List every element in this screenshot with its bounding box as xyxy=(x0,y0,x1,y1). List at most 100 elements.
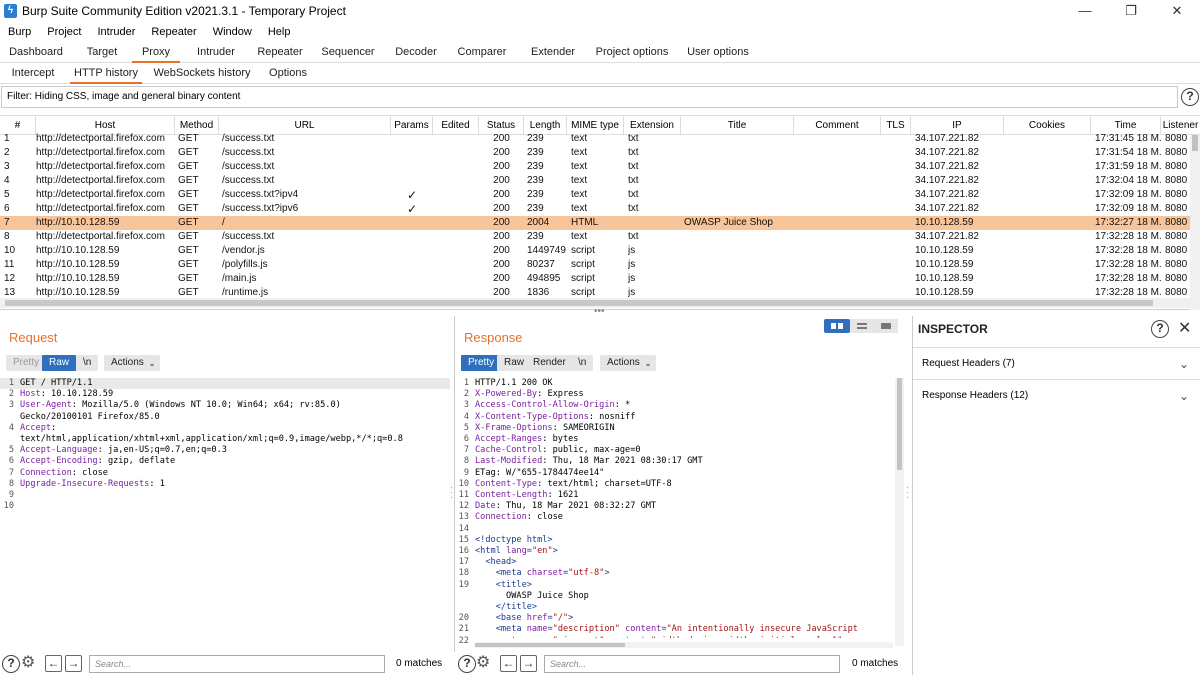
tab-repeater[interactable]: Repeater xyxy=(252,42,308,63)
inspector-section-response-headers[interactable]: Response Headers (12) ⌄ xyxy=(913,379,1200,411)
layout-stacked-icon[interactable] xyxy=(850,319,874,333)
cell-status: 200 xyxy=(493,175,510,186)
response-pretty-button[interactable]: Pretty xyxy=(461,355,502,371)
table-row[interactable]: 4 http://detectportal.firefox.com GET/succ… xyxy=(0,174,1190,188)
layout-single-icon[interactable] xyxy=(874,319,898,333)
table-row[interactable]: 12 http://10.10.128.59 GET/main.js 200 49489… xyxy=(0,272,1190,286)
menu-item-repeater[interactable]: Repeater xyxy=(143,22,204,42)
tab-user-options[interactable]: User options xyxy=(684,42,752,63)
request-back-arrow-icon[interactable]: ← xyxy=(45,655,62,672)
subtab-http-history[interactable]: HTTP history xyxy=(70,63,142,84)
table-row[interactable]: 1 http://detectportal.firefox.com GET/succ… xyxy=(0,132,1190,146)
request-forward-arrow-icon[interactable]: → xyxy=(65,655,82,672)
header-value: : 1 xyxy=(149,478,165,489)
tab-comparer[interactable]: Comparer xyxy=(452,42,512,63)
response-newline-button[interactable]: \n xyxy=(571,355,594,371)
chevron-down-icon[interactable]: ⌄ xyxy=(1179,348,1189,380)
scrollbar-thumb[interactable] xyxy=(1192,135,1198,151)
header-name: X-Frame-Options xyxy=(475,422,553,433)
tab-intruder[interactable]: Intruder xyxy=(188,42,244,63)
line-number xyxy=(0,412,14,423)
request-pretty-button[interactable]: Pretty xyxy=(6,355,47,371)
menu-item-intruder[interactable]: Intruder xyxy=(90,22,144,42)
subtab-websockets-history[interactable]: WebSockets history xyxy=(150,63,254,84)
subtab-intercept[interactable]: Intercept xyxy=(4,63,62,84)
cell-n: 1 xyxy=(4,133,10,144)
table-row[interactable]: 6 http://detectportal.firefox.com GET/succ… xyxy=(0,202,1190,216)
scrollbar-thumb[interactable] xyxy=(897,378,902,470)
tab-project-options[interactable]: Project options xyxy=(592,42,672,63)
table-row[interactable]: 11 http://10.10.128.59 GET/polyfills.js 200… xyxy=(0,258,1190,272)
code-line: GET / HTTP/1.1 xyxy=(20,378,450,389)
response-help-icon[interactable]: ? xyxy=(458,655,476,673)
minimize-button[interactable]: — xyxy=(1062,0,1108,22)
tab-sequencer[interactable]: Sequencer xyxy=(316,42,380,63)
menu-item-burp[interactable]: Burp xyxy=(0,22,39,42)
header-value: text/html,application/xhtml+xml,applicat… xyxy=(20,434,403,445)
header-name: Host xyxy=(20,389,41,400)
subtab-options[interactable]: Options xyxy=(262,63,314,84)
tab-decoder[interactable]: Decoder xyxy=(388,42,444,63)
response-vertical-scrollbar[interactable] xyxy=(895,378,904,646)
close-window-button[interactable]: ✕ xyxy=(1154,0,1200,22)
inspector-close-icon[interactable]: ✕ xyxy=(1178,318,1191,338)
request-settings-gear-icon[interactable]: ⚙ xyxy=(21,652,35,672)
help-icon[interactable]: ? xyxy=(1181,88,1199,106)
request-raw-button[interactable]: Raw xyxy=(42,355,77,371)
menu-item-help[interactable]: Help xyxy=(260,22,299,42)
menu-item-project[interactable]: Project xyxy=(39,22,89,42)
table-row[interactable]: 8 http://detectportal.firefox.com GET/succ… xyxy=(0,230,1190,244)
line-number: 11 xyxy=(458,490,469,501)
code-line: X-Powered-By: Express xyxy=(475,389,893,400)
line-number: 17 xyxy=(458,557,469,568)
response-actions-button[interactable]: Actions ⌄ xyxy=(600,355,656,371)
tab-extender[interactable]: Extender xyxy=(524,42,582,63)
filter-bar[interactable]: Filter: Hiding CSS, image and general bi… xyxy=(1,86,1178,108)
table-row[interactable]: 3 http://detectportal.firefox.com GET/succ… xyxy=(0,160,1190,174)
response-forward-arrow-icon[interactable]: → xyxy=(520,655,537,672)
line-number: 9 xyxy=(463,467,469,478)
menu-item-window[interactable]: Window xyxy=(205,22,260,42)
cell-method: GET xyxy=(178,175,199,186)
response-render-button[interactable]: Render xyxy=(526,355,573,371)
table-row[interactable]: 2 http://detectportal.firefox.com GET/succ… xyxy=(0,146,1190,160)
table-row[interactable]: 5 http://detectportal.firefox.com GET/succ… xyxy=(0,188,1190,202)
code-token: <base xyxy=(475,613,527,624)
request-search-input[interactable]: Search... xyxy=(89,655,385,673)
request-help-icon[interactable]: ? xyxy=(2,655,20,673)
request-actions-button[interactable]: Actions ⌄ xyxy=(104,355,160,371)
header-value: : 10.10.128.59 xyxy=(40,389,114,400)
table-row[interactable]: 7 http://10.10.128.59 GET / 200 2004 HTML OWASP… xyxy=(0,216,1190,230)
inspector-section-label: Response Headers (12) xyxy=(922,390,1029,401)
request-editor[interactable]: GET / HTTP/1.1 Host: 10.10.128.59 User-Age… xyxy=(20,378,450,638)
tab-target[interactable]: Target xyxy=(76,42,128,63)
layout-side-by-side-icon[interactable] xyxy=(824,319,850,333)
scrollbar-thumb[interactable] xyxy=(475,643,625,647)
response-editor[interactable]: HTTP/1.1 200 OK X-Powered-By: Express Acce… xyxy=(475,378,893,638)
response-search-input[interactable]: Search... xyxy=(544,655,840,673)
split-handle-icon[interactable]: ••• xyxy=(594,307,605,317)
response-resize-handle-icon[interactable]: · · · xyxy=(906,483,910,502)
line-number: 5 xyxy=(463,422,469,433)
chevron-down-icon[interactable]: ⌄ xyxy=(1179,380,1189,412)
scrollbar-thumb[interactable] xyxy=(5,300,1153,306)
response-back-arrow-icon[interactable]: ← xyxy=(500,655,517,672)
header-name: Cache-Control xyxy=(475,445,543,456)
table-row[interactable]: 10 http://10.10.128.59 GET/vendor.js 200 144… xyxy=(0,244,1190,258)
table-vertical-scrollbar[interactable] xyxy=(1190,135,1200,310)
cell-host: http://detectportal.firefox.com xyxy=(36,147,165,158)
code-line: <title> xyxy=(475,580,893,591)
tab-proxy[interactable]: Proxy xyxy=(132,42,180,63)
response-settings-gear-icon[interactable]: ⚙ xyxy=(476,652,490,672)
tab-dashboard[interactable]: Dashboard xyxy=(4,42,68,63)
response-horizontal-scrollbar[interactable] xyxy=(475,642,893,648)
maximize-button[interactable]: ❐ xyxy=(1108,0,1154,22)
inspector-help-icon[interactable]: ? xyxy=(1151,320,1169,338)
request-newline-button[interactable]: \n xyxy=(76,355,99,371)
cell-status: 200 xyxy=(493,161,510,172)
cell-ip: 10.10.128.59 xyxy=(915,217,974,228)
inspector-section-request-headers[interactable]: Request Headers (7) ⌄ xyxy=(913,347,1200,379)
code-token: > xyxy=(552,546,558,557)
header-value: : Express xyxy=(537,389,584,400)
header-value: : Thu, 18 Mar 2021 08:30:17 GMT xyxy=(542,456,703,467)
